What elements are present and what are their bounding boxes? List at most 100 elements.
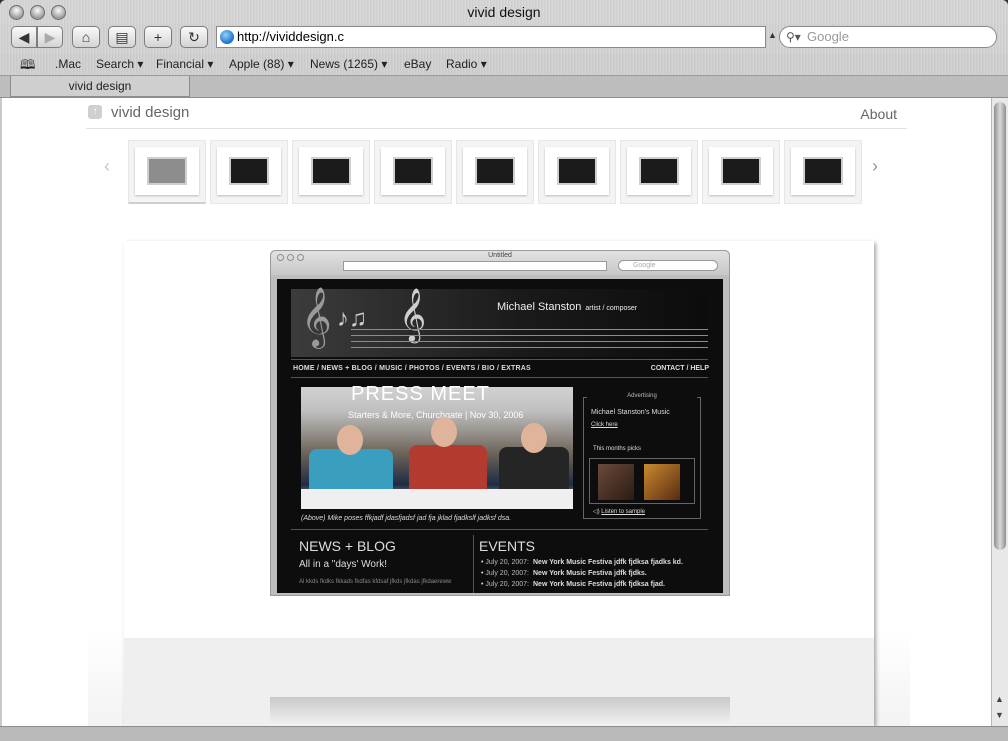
forward-arrow-icon: ▶ (44, 29, 56, 45)
thumbnail-frame (217, 147, 281, 195)
photo-subtitle: Starters & More, Churchgate | Nov 30, 20… (348, 410, 524, 420)
bookmark-radio[interactable]: Radio ▾ (446, 57, 487, 71)
vertical-scrollbar[interactable]: ▲ ▼ (991, 98, 1008, 726)
mock-nav-right: CONTACT / HELP (650, 365, 709, 372)
event-date: July 20, 2007: (485, 559, 529, 566)
bookmark-ebay[interactable]: eBay (404, 57, 431, 71)
mock-page: 𝄞 ♪♫ 𝄞 Michael Stanston artist / composer… (277, 279, 723, 593)
design-thumbnail[interactable] (538, 140, 616, 204)
speaker-icon: ◁) (593, 509, 600, 515)
up-arrow-icon[interactable]: ↑ (88, 105, 102, 119)
tab-vivid-design[interactable]: vivid design (10, 76, 190, 97)
design-thumbnail[interactable] (292, 140, 370, 204)
press-photo: PRESS MEET Starters & More, Churchgate |… (301, 383, 573, 509)
bookmark-news[interactable]: News (1265) ▾ (310, 57, 387, 71)
event-item: • July 20, 2007: New York Music Festiva j… (481, 581, 666, 588)
thumbnail-screen (229, 157, 269, 185)
thumbnail-screen (721, 157, 761, 185)
reload-icon: ↻ (188, 29, 200, 45)
zoom-window-button[interactable] (51, 5, 66, 20)
thumbnail-frame (135, 147, 199, 195)
news-subheading: All in a "days' Work! (299, 559, 388, 570)
picks-box (589, 458, 695, 504)
browser-window: vivid design ◀ ▶ ⌂ ▤ + ↻ http://vividdes… (0, 0, 1008, 741)
address-dropdown-icon[interactable]: ▲ (768, 30, 777, 40)
address-field[interactable]: http://vividdesign.c (216, 26, 766, 48)
event-item: • July 20, 2007: New York Music Festiva j… (481, 559, 683, 566)
artist-role: artist / composer (585, 305, 638, 312)
close-window-button[interactable] (9, 5, 24, 20)
treble-clef-icon: 𝄞 (301, 288, 332, 346)
design-thumbnail[interactable] (784, 140, 862, 204)
event-item: • July 20, 2007: New York Music Festiva j… (481, 570, 647, 577)
artist-name: Michael Stanston artist / composer (497, 301, 637, 313)
design-preview[interactable]: Untitled Google 𝄞 ♪♫ 𝄞 Michael Stanston a… (270, 250, 730, 596)
home-icon: ⌂ (81, 29, 91, 45)
bookmarks-book-icon[interactable]: 🕮 (20, 56, 35, 78)
scroll-up-icon[interactable]: ▲ (995, 694, 1004, 704)
design-thumbnail[interactable] (702, 140, 780, 204)
bookmark-financial[interactable]: Financial ▾ (156, 57, 213, 71)
design-thumbnail[interactable] (210, 140, 288, 204)
printer-icon: ▤ (115, 29, 129, 45)
mock-search-field: Google (618, 260, 718, 271)
event-text: New York Music Festiva jdfk fjdksa fjadk… (533, 559, 683, 566)
home-button[interactable]: ⌂ (72, 26, 100, 48)
event-text: New York Music Festiva jdfk fjdksa fjad. (533, 581, 666, 588)
thumbnail-strip (122, 140, 864, 204)
photo-table (301, 489, 573, 509)
site-title[interactable]: vivid design (111, 104, 189, 121)
photo-title: PRESS MEET (351, 383, 490, 405)
divider (291, 377, 708, 378)
staff-line (351, 347, 708, 348)
mock-address-field (343, 261, 607, 271)
listen-sample-link: Listen to sample (601, 509, 645, 515)
artist-name-text: Michael Stanston (497, 301, 582, 313)
picks-label: This months picks (593, 446, 642, 452)
design-thumbnail[interactable] (456, 140, 534, 204)
design-thumbnail[interactable] (374, 140, 452, 204)
design-thumbnail[interactable] (620, 140, 698, 204)
search-placeholder: Google (807, 29, 849, 44)
forward-button[interactable]: ▶ (37, 26, 63, 48)
scrollbar-thumb[interactable] (994, 102, 1006, 550)
preview-reflection (270, 697, 730, 726)
thumbnail-frame (627, 147, 691, 195)
minimize-window-button[interactable] (30, 5, 45, 20)
bookmarks-bar: 🕮 .Mac Search ▾ Financial ▾ Apple (88) ▾… (0, 54, 1008, 76)
site-header: ↑ vivid design About (86, 98, 907, 129)
thumbnail-screen (803, 157, 843, 185)
thumbnail-screen (557, 157, 597, 185)
divider (291, 529, 708, 530)
thumbnails-prev-icon[interactable]: ‹ (104, 156, 110, 177)
news-text: Al kkds fkdks fkkads fkdfas kfdsaf jfkds… (299, 579, 452, 585)
search-icon: ⚲▾ (786, 30, 801, 44)
divider (291, 359, 708, 360)
scroll-down-icon[interactable]: ▼ (995, 710, 1004, 720)
staff-line (351, 329, 708, 330)
design-thumbnail[interactable] (128, 140, 206, 204)
ad-label: Advertising (587, 393, 697, 399)
column-divider (473, 535, 474, 593)
reload-button[interactable]: ↻ (180, 26, 208, 48)
about-link[interactable]: About (860, 106, 897, 122)
event-date: July 20, 2007: (485, 570, 529, 577)
staff-line (351, 341, 708, 342)
thumbnail-screen (147, 157, 187, 185)
thumbnails-next-icon[interactable]: › (872, 156, 878, 177)
status-bar (0, 726, 1008, 741)
new-tab-button[interactable]: + (144, 26, 172, 48)
news-heading: NEWS + BLOG (299, 538, 396, 554)
event-date: July 20, 2007: (485, 581, 529, 588)
album-cover (644, 464, 680, 500)
back-button[interactable]: ◀ (11, 26, 37, 48)
globe-icon (220, 30, 234, 44)
search-input[interactable]: ⚲▾ Google (779, 26, 997, 48)
bookmark-search[interactable]: Search ▾ (96, 57, 143, 71)
bookmark-mac[interactable]: .Mac (55, 57, 81, 71)
print-button[interactable]: ▤ (108, 26, 136, 48)
back-arrow-icon: ◀ (18, 29, 30, 45)
bookmark-apple[interactable]: Apple (88) ▾ (229, 57, 294, 71)
browser-toolbar: ◀ ▶ ⌂ ▤ + ↻ http://vividdesign.c ▲ ⚲▾ Go… (0, 24, 1008, 54)
window-title: vivid design (467, 4, 541, 20)
